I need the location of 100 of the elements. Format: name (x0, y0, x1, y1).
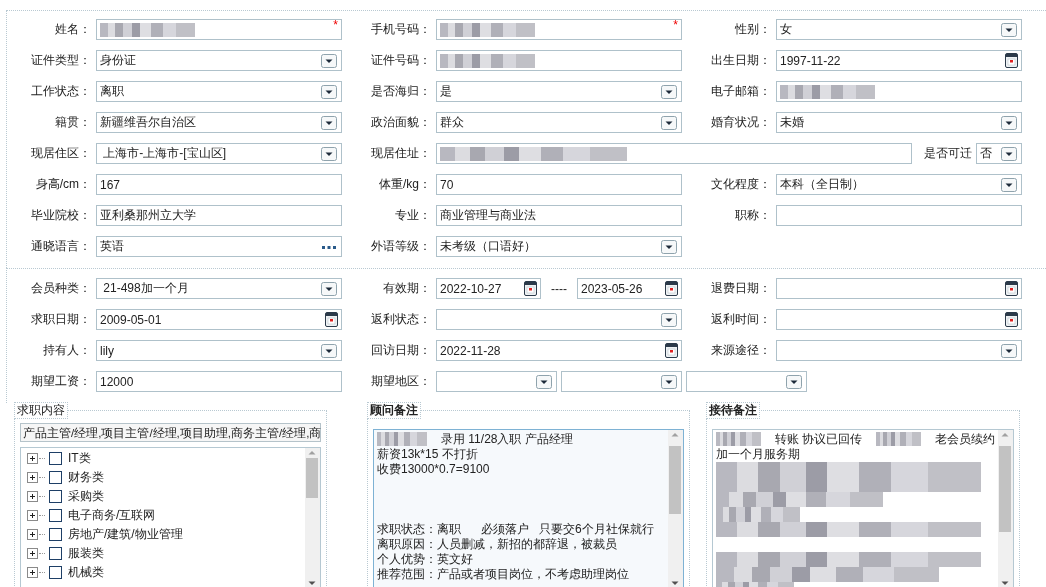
text-field[interactable] (436, 50, 682, 71)
checkbox[interactable] (49, 452, 62, 465)
note-text: 转账 协议已回传 (774, 432, 863, 447)
dropdown[interactable]: 身份证 (96, 50, 342, 71)
note-line: 推荐范围：产品或者项目岗位，不考虑助理岗位 (377, 567, 630, 582)
selected-jobs-field[interactable]: 产品主管/经理,项目主管/经理,项目助理,商务主管/经理,商 (20, 423, 321, 442)
field-label: 现居住区： (30, 145, 92, 162)
note-line: 离职原因：人员删减，新招的都辞退，被裁员 (377, 537, 618, 552)
lookup-field[interactable]: 英语 (96, 236, 342, 257)
tree-item-label[interactable]: 电子商务/互联网 (68, 507, 156, 524)
notes-field[interactable]: 转账 协议已回传 老会员续约 加一个月服务期 (712, 429, 1014, 587)
calendar-icon (1005, 281, 1018, 296)
field-label: 证件类型： (30, 52, 92, 69)
field-label: 有效期： (382, 280, 432, 297)
caret-icon (661, 240, 677, 254)
note-line: 加一个月服务期 (716, 447, 801, 462)
tree-item-label[interactable]: 机械类 (68, 564, 104, 581)
text-field[interactable]: 商业管理与商业法 (436, 205, 682, 226)
scrollbar-thumb[interactable] (306, 458, 318, 498)
tree-item-label[interactable]: IT类 (68, 450, 91, 467)
checkbox[interactable] (49, 547, 62, 560)
text-field[interactable]: 167 (96, 174, 342, 195)
date-field[interactable]: 2022-11-28 (436, 340, 682, 361)
dropdown[interactable]: lily (96, 340, 342, 361)
caret-icon (1001, 116, 1017, 130)
expand-icon[interactable] (27, 529, 38, 540)
dropdown[interactable] (436, 309, 682, 330)
text-field[interactable]: 12000 (96, 371, 342, 392)
date-field[interactable]: 1997-11-22 (776, 50, 1022, 71)
note-line: 薪资13k*15 不打折 (377, 447, 479, 462)
tree-item-label[interactable]: 房地产/建筑/物业管理 (68, 526, 183, 543)
scrollbar-thumb[interactable] (669, 446, 681, 514)
panel-legend: 接待备注 (706, 402, 760, 419)
date-field[interactable] (776, 278, 1022, 299)
dropdown[interactable] (561, 371, 682, 392)
date-field[interactable]: 2022-10-27 (436, 278, 541, 299)
tree-item-label[interactable]: 服装类 (68, 545, 104, 562)
required-mark: * (333, 19, 338, 31)
caret-icon (321, 282, 337, 296)
note-text: 老会员续约 (935, 432, 995, 447)
note-line: 个人优势：英文好 (377, 552, 474, 567)
text-field[interactable] (436, 143, 912, 164)
scrollbar[interactable] (305, 448, 320, 587)
dropdown[interactable]: 是 (436, 81, 682, 102)
dropdown[interactable]: 否 (976, 143, 1022, 164)
note-line: 求职状态：离职 必须落户 只要交6个月社保就行 (377, 522, 655, 537)
tree-item-label[interactable]: 采购类 (68, 488, 104, 505)
field-label: 期望工资： (30, 373, 92, 390)
caret-icon (1001, 344, 1017, 358)
date-field[interactable]: 2023-05-26 (577, 278, 682, 299)
dropdown[interactable] (686, 371, 807, 392)
field-label: 毕业院校： (30, 207, 92, 224)
dropdown[interactable] (776, 340, 1022, 361)
checkbox[interactable] (49, 566, 62, 579)
field-label: 通晓语言： (30, 238, 92, 255)
text-field[interactable] (776, 205, 1022, 226)
dropdown[interactable]: 上海市-上海市-[宝山区] (96, 143, 342, 164)
field-label: 期望地区： (370, 373, 432, 390)
checkbox[interactable] (49, 528, 62, 541)
dropdown[interactable]: 群众 (436, 112, 682, 133)
text-field[interactable] (776, 81, 1022, 102)
caret-icon (321, 85, 337, 99)
checkbox[interactable] (49, 471, 62, 484)
caret-icon (321, 54, 337, 68)
text-field[interactable]: * (96, 19, 342, 40)
dropdown[interactable]: 本科（全日制） (776, 174, 1022, 195)
date-field[interactable] (776, 309, 1022, 330)
scrollbar[interactable] (998, 430, 1013, 587)
caret-icon (661, 85, 677, 99)
expand-icon[interactable] (27, 567, 38, 578)
calendar-icon (325, 312, 338, 327)
text-field[interactable]: * (436, 19, 682, 40)
scrollbar-thumb[interactable] (999, 446, 1011, 532)
checkbox[interactable] (49, 490, 62, 503)
ellipsis-icon (322, 246, 336, 250)
expand-icon[interactable] (27, 472, 38, 483)
caret-icon (536, 375, 552, 389)
caret-icon (786, 375, 802, 389)
tree-item-label[interactable]: 财务类 (68, 469, 104, 486)
expand-icon[interactable] (27, 491, 38, 502)
notes-field[interactable]: 录用 11/28入职 产品经理 薪资13k*15 不打折 收费13000*0.7=9100 求职状态：离职 必须落户 只要交6个月社保就行 离职原因：人员删减，新招的都辞退，被裁员 个人优势：英文好 推荐范围：产品或者项目岗位，不考虑助理岗位 (373, 429, 684, 587)
dropdown[interactable] (436, 371, 557, 392)
expand-icon[interactable] (27, 453, 38, 464)
dropdown[interactable]: 新疆维吾尔自治区 (96, 112, 342, 133)
dropdown[interactable]: 离职 (96, 81, 342, 102)
checkbox[interactable] (49, 509, 62, 522)
scrollbar[interactable] (668, 430, 683, 587)
dropdown[interactable]: 21-498加一个月 (96, 278, 342, 299)
dropdown[interactable]: 未考级（口语好） (436, 236, 682, 257)
caret-icon (1001, 178, 1017, 192)
text-field[interactable]: 70 (436, 174, 682, 195)
expand-icon[interactable] (27, 548, 38, 559)
date-field[interactable]: 2009-05-01 (96, 309, 342, 330)
field-label: 婚育状况： (710, 114, 772, 131)
dropdown[interactable]: 未婚 (776, 112, 1022, 133)
expand-icon[interactable] (27, 510, 38, 521)
calendar-icon (665, 281, 678, 296)
field-label: 外语等级： (370, 238, 432, 255)
text-field[interactable]: 亚利桑那州立大学 (96, 205, 342, 226)
dropdown[interactable]: 女 (776, 19, 1022, 40)
